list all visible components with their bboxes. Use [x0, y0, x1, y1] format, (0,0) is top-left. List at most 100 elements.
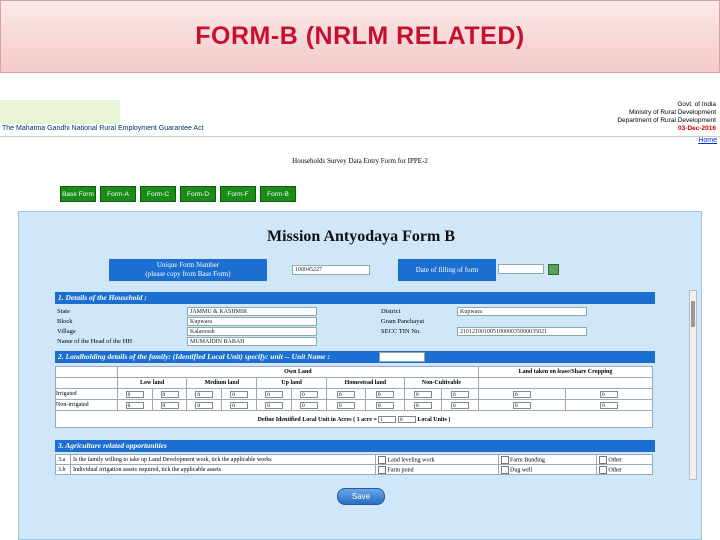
land-input[interactable]: 0 [450, 401, 469, 409]
land-input[interactable]: 0 [413, 390, 432, 398]
land-input[interactable]: 0 [299, 390, 318, 398]
form-panel: Mission Antyodaya Form B Unique Form Num… [18, 211, 702, 540]
tab-form-d[interactable]: Form-D [180, 186, 216, 202]
village-label: Village [57, 328, 76, 335]
slide-title-banner: FORM-B (NRLM RELATED) [0, 0, 720, 73]
landholding-table: Own Land Land taken on lease/Share Cropp… [55, 366, 654, 428]
lease-land-header: Land taken on lease/Share Cropping [477, 366, 654, 378]
scrollbar-thumb[interactable] [691, 301, 695, 327]
col-lease-blank [477, 377, 654, 389]
state-input[interactable]: JAMMU & KASHMIR [187, 307, 317, 316]
form-scrollbar[interactable] [689, 290, 697, 480]
lease-input[interactable]: 0 [599, 390, 618, 398]
checkbox[interactable] [500, 465, 509, 474]
section-agriculture: 3. Agriculture related opportunities [55, 440, 655, 452]
unique-label-line2: (please copy from Base Form) [145, 270, 231, 278]
land-input[interactable]: 0 [450, 390, 469, 398]
table-row: 3.a Is the family willing to take up Lan… [55, 454, 654, 465]
home-link[interactable]: Home [698, 137, 717, 144]
unit-name-input[interactable] [379, 352, 425, 362]
land-input[interactable]: 0 [336, 401, 355, 409]
table-row: 3.b Individual irrigation assets require… [55, 464, 654, 475]
row-label: Non-irrigated [55, 399, 118, 411]
act-name: The Mahatma Gandhi National Rural Employ… [2, 125, 204, 132]
save-button[interactable]: Save [337, 488, 385, 505]
checkbox[interactable] [378, 455, 386, 464]
district-label: District [381, 308, 401, 315]
row-question: Individual irrigation assets required, t… [70, 464, 376, 475]
land-input[interactable]: 0 [265, 401, 284, 409]
gov-line: Ministry of Rural Development [628, 109, 716, 116]
header-date: 03-Dec-2016 [678, 125, 716, 132]
section-household-details: 1. Details of the Household : [55, 292, 655, 304]
checkbox[interactable] [598, 455, 607, 464]
option-label: Farm Bunding [510, 456, 545, 463]
district-input[interactable]: Kupwara [457, 307, 587, 316]
land-input[interactable]: 0 [230, 401, 249, 409]
land-input[interactable]: 0 [375, 401, 394, 409]
slide-title: FORM-B (NRLM RELATED) [195, 22, 525, 50]
header-divider [0, 136, 720, 137]
checkbox[interactable] [378, 465, 386, 474]
tab-form-a[interactable]: Form-A [100, 186, 136, 202]
land-input[interactable]: 0 [160, 390, 179, 398]
tab-form-f[interactable]: Form-F [220, 186, 256, 202]
land-input[interactable]: 0 [336, 390, 355, 398]
land-input[interactable]: 0 [230, 390, 249, 398]
lease-input[interactable]: 0 [512, 401, 531, 409]
land-input[interactable]: 0 [375, 390, 394, 398]
col-non-cultivable: Non-Cultivable [403, 377, 479, 389]
tab-form-c[interactable]: Form-C [140, 186, 176, 202]
option-label: Dug well [510, 466, 533, 473]
define-unit-row: Define Identified Local Unit in Acres ( … [55, 410, 653, 428]
lease-input[interactable]: 0 [599, 401, 618, 409]
header-logo-strip [0, 100, 120, 124]
gov-info: Govt. of India Ministry of Rural Develop… [617, 101, 716, 133]
tab-base-form[interactable]: Base Form [60, 186, 96, 202]
checkbox[interactable] [500, 455, 509, 464]
date-of-filling-input[interactable] [498, 264, 544, 274]
col-low-land: Low land [116, 377, 188, 389]
gram-panchayat-label: Gram Panchayat [381, 318, 425, 325]
lease-input[interactable]: 0 [512, 390, 531, 398]
landholding-title: 2. Landholding details of the family: (I… [58, 352, 330, 361]
secc-input[interactable]: 21012100100510000035000035021 [457, 327, 587, 336]
col-up-land: Up land [256, 377, 327, 389]
table-row: Non-irrigated 0 0 0 0 0 0 0 0 0 0 0 0 [55, 399, 654, 411]
own-land-header: Own Land [116, 366, 479, 378]
section-landholding: 2. Landholding details of the family: (I… [55, 351, 655, 363]
state-label: State [57, 308, 70, 315]
land-input[interactable]: 0 [413, 401, 432, 409]
calendar-icon[interactable] [548, 264, 559, 275]
unique-label-line1: Unique Form Number [156, 261, 220, 269]
land-input[interactable]: 0 [195, 390, 214, 398]
land-input[interactable]: 0 [125, 390, 144, 398]
unique-form-label: Unique Form Number (please copy from Bas… [109, 259, 267, 281]
table-corner [55, 377, 118, 389]
define-unit-input[interactable]: 1 [378, 415, 397, 423]
survey-title: Households Survey Data Entry Form for IP… [292, 157, 428, 165]
unique-form-number-input[interactable]: 100045227 [292, 265, 370, 275]
define-unit-decimal-input[interactable]: 0 [397, 415, 416, 423]
checkbox[interactable] [598, 465, 607, 474]
village-input[interactable]: Kalaroosh [187, 327, 317, 336]
form-tabs: Base Form Form-A Form-C Form-D Form-F Fo… [60, 186, 296, 202]
tab-form-b[interactable]: Form-B [260, 186, 296, 202]
col-medium-land: Medium land [186, 377, 258, 389]
land-input[interactable]: 0 [125, 401, 144, 409]
gov-line: Department of Rural Development [617, 117, 716, 124]
option-label: Land leveling work [387, 456, 435, 463]
head-of-hh-input[interactable]: MUMAIDIN BABAH [187, 337, 317, 346]
land-input[interactable]: 0 [160, 401, 179, 409]
land-input[interactable]: 0 [265, 390, 284, 398]
col-homestead-land: Homestead land [325, 377, 405, 389]
gov-line: Govt. of India [677, 101, 716, 108]
land-input[interactable]: 0 [299, 401, 318, 409]
option-label: Other [608, 466, 623, 473]
agriculture-table: 3.a Is the family willing to take up Lan… [55, 454, 654, 475]
block-label: Block [57, 318, 73, 325]
table-corner [55, 366, 118, 378]
block-input[interactable]: Kupwara [187, 317, 317, 326]
land-input[interactable]: 0 [195, 401, 214, 409]
date-of-filling-label: Date of filling of form [398, 259, 496, 281]
